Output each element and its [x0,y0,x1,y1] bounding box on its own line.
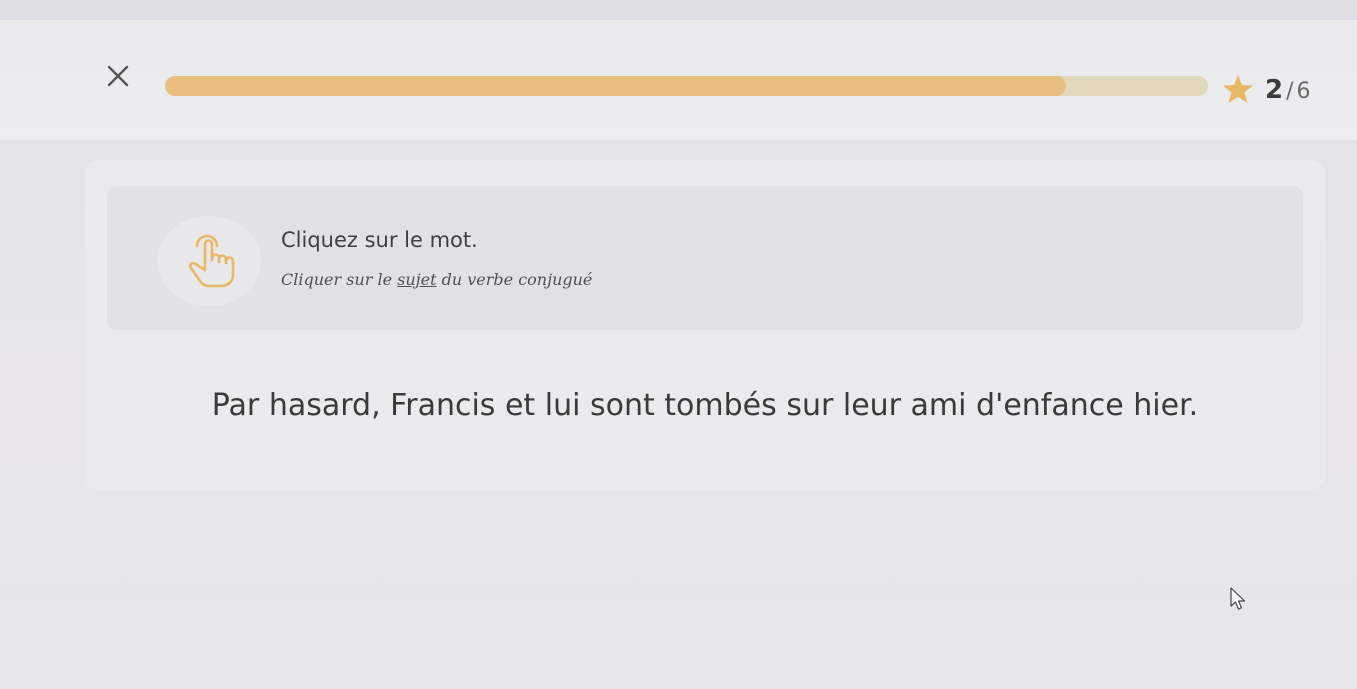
tap-hand-icon [188,234,235,288]
word-leur[interactable]: leur [843,388,901,423]
instruction-subtitle-emphasis: sujet [397,270,437,289]
sentence: Par hasard, Francis et lui sont tombés s… [85,388,1325,423]
word-lui[interactable]: lui [545,388,581,423]
instruction-icon-circle [157,216,261,306]
word-denfance[interactable]: d'enfance [976,388,1124,423]
step-total: 6 [1296,79,1311,104]
exercise-card: Cliquez sur le mot. Cliquer sur le sujet… [85,160,1325,490]
step-counter: 2/6 [1265,74,1311,106]
word-hasard[interactable]: hasard, [269,388,381,423]
word-ami[interactable]: ami [911,388,967,423]
step-separator: / [1286,79,1294,104]
progress-bar [165,76,1208,96]
star-icon [1222,74,1254,104]
word-francis[interactable]: Francis [390,388,495,423]
close-icon [107,65,129,87]
word-sont[interactable]: sont [590,388,655,423]
word-hier[interactable]: hier. [1133,388,1198,423]
instruction-subtitle-prefix: Cliquer sur le [281,270,398,289]
close-button[interactable] [100,58,136,94]
instruction-title: Cliquez sur le mot. [281,228,478,252]
step-current: 2 [1265,75,1284,105]
mouse-cursor-icon [1229,587,1247,611]
instruction-box: Cliquez sur le mot. Cliquer sur le sujet… [107,186,1303,330]
progress-bar-fill [165,76,1067,96]
instruction-subtitle: Cliquer sur le sujet du verbe conjugué [281,270,592,289]
word-tombes[interactable]: tombés [664,388,776,423]
word-par[interactable]: Par [212,388,259,423]
instruction-subtitle-suffix: du verbe conjugué [436,270,593,289]
word-sur[interactable]: sur [786,388,833,423]
word-et[interactable]: et [505,388,535,423]
